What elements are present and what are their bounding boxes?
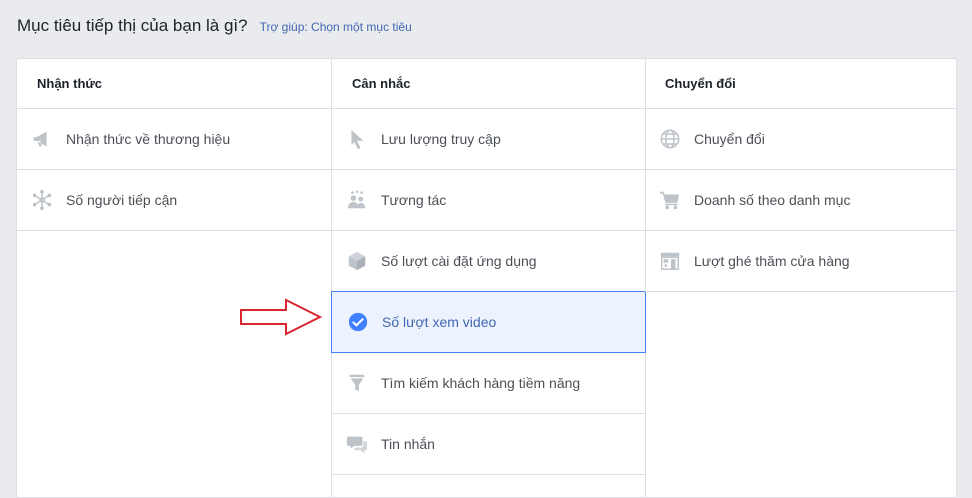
column-awareness: Nhận thức Nhận thức về thương hiệu Số ng…	[17, 59, 331, 497]
funnel-icon	[344, 370, 370, 396]
objective-video-views[interactable]: Số lượt xem video	[331, 291, 646, 353]
column-conversion: Chuyển đổi Chuyển đổi Doanh số theo danh…	[645, 59, 957, 497]
objective-label: Nhận thức về thương hiệu	[66, 131, 231, 147]
objective-conversions[interactable]: Chuyển đổi	[645, 109, 957, 170]
column-header: Cân nhắc	[332, 59, 645, 109]
objective-brand-awareness[interactable]: Nhận thức về thương hiệu	[17, 109, 331, 170]
cursor-icon	[344, 126, 370, 152]
objective-label: Số người tiếp cận	[66, 192, 178, 208]
objective-traffic[interactable]: Lưu lượng truy cập	[332, 109, 645, 170]
objective-catalog-sales[interactable]: Doanh số theo danh mục	[645, 170, 957, 231]
store-icon	[657, 248, 683, 274]
header: Mục tiêu tiếp thị của bạn là gì? Trợ giú…	[17, 16, 412, 36]
objective-engagement[interactable]: Tương tác	[332, 170, 645, 231]
page-title: Mục tiêu tiếp thị của bạn là gì?	[17, 16, 248, 35]
cart-icon	[657, 187, 683, 213]
column-header: Nhận thức	[17, 59, 331, 109]
help-link[interactable]: Trợ giúp: Chọn một mục tiêu	[260, 20, 412, 34]
objective-messages[interactable]: Tin nhắn	[332, 414, 645, 475]
objective-store-visits[interactable]: Lượt ghé thăm cửa hàng	[645, 231, 957, 292]
objective-label: Lượt ghé thăm cửa hàng	[694, 253, 850, 269]
globe-icon	[657, 126, 683, 152]
objective-panel: Nhận thức Nhận thức về thương hiệu Số ng…	[16, 58, 957, 498]
column-consideration: Cân nhắc Lưu lượng truy cập Tương tác Số…	[331, 59, 646, 497]
arrow-icon	[240, 298, 322, 336]
objective-label: Tin nhắn	[381, 436, 435, 452]
objective-reach[interactable]: Số người tiếp cận	[17, 170, 331, 231]
box-icon	[344, 248, 370, 274]
chat-bubbles-icon	[344, 431, 370, 457]
objective-label: Tương tác	[381, 192, 447, 208]
people-icon	[344, 187, 370, 213]
check-circle-icon	[345, 309, 371, 335]
objective-lead-generation[interactable]: Tìm kiếm khách hàng tiềm năng	[332, 353, 645, 414]
column-header: Chuyển đổi	[645, 59, 957, 109]
objective-label: Chuyển đổi	[694, 131, 765, 147]
objective-label: Lưu lượng truy cập	[381, 131, 501, 147]
objective-app-installs[interactable]: Số lượt cài đặt ứng dụng	[332, 231, 645, 292]
objective-label: Số lượt xem video	[382, 314, 497, 330]
reach-network-icon	[29, 187, 55, 213]
objective-label: Tìm kiếm khách hàng tiềm năng	[381, 375, 581, 391]
megaphone-icon	[29, 126, 55, 152]
objective-label: Số lượt cài đặt ứng dụng	[381, 253, 537, 269]
objective-label: Doanh số theo danh mục	[694, 192, 851, 208]
